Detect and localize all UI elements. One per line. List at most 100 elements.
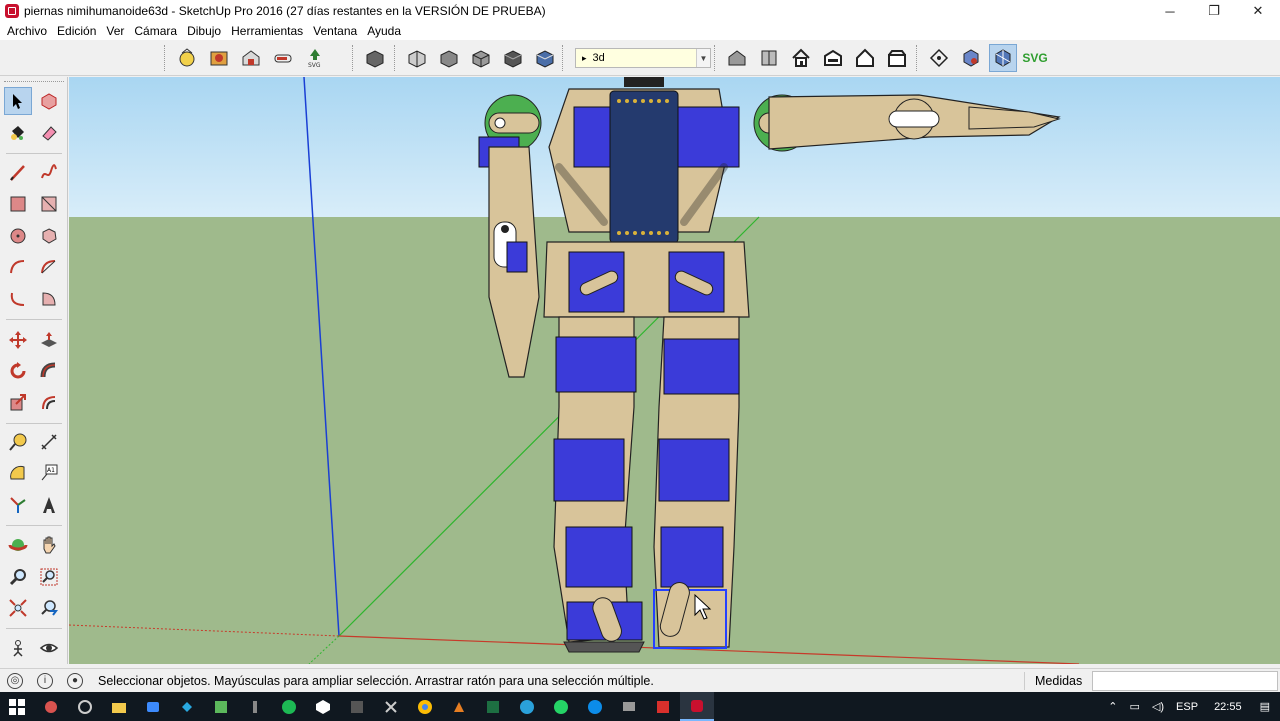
pie-tool-icon[interactable] xyxy=(35,285,63,313)
language-indicator[interactable]: ESP xyxy=(1176,701,1198,713)
taskbar-app-2-icon[interactable] xyxy=(68,692,102,721)
select-tool-icon[interactable] xyxy=(4,87,32,115)
menu-archivo[interactable]: Archivo xyxy=(2,24,52,38)
robot-model[interactable] xyxy=(69,77,1280,664)
zoom-tool-icon[interactable] xyxy=(4,563,32,591)
follow-me-icon[interactable] xyxy=(35,357,63,385)
volume-icon[interactable]: ◁) xyxy=(1152,700,1164,713)
top-view-icon[interactable] xyxy=(755,44,783,72)
account-icon[interactable]: ● xyxy=(67,672,83,689)
scene-select[interactable]: ▸ 3d ▼ xyxy=(575,48,711,68)
model-viewport[interactable] xyxy=(69,77,1280,664)
two-point-arc-icon[interactable] xyxy=(35,253,63,281)
polygon-tool-icon[interactable] xyxy=(35,222,63,250)
scale-tool-icon[interactable] xyxy=(4,389,32,417)
hidden-line-style-icon[interactable] xyxy=(499,44,527,72)
rotate-tool-icon[interactable] xyxy=(4,357,32,385)
taskbar-app-9-icon[interactable] xyxy=(306,692,340,721)
freehand-tool-icon[interactable] xyxy=(35,159,63,187)
whatsapp-icon[interactable] xyxy=(544,692,578,721)
back-edges-icon[interactable] xyxy=(435,44,463,72)
iso-view-icon[interactable] xyxy=(361,44,389,72)
zoom-window-icon[interactable] xyxy=(35,563,63,591)
menu-ver[interactable]: Ver xyxy=(101,24,129,38)
right-view-icon[interactable] xyxy=(819,44,847,72)
wireframe-style-icon[interactable] xyxy=(467,44,495,72)
acrobat-icon[interactable] xyxy=(646,692,680,721)
restore-button[interactable]: ❐ xyxy=(1192,0,1236,22)
shaded-style-icon[interactable] xyxy=(531,44,559,72)
orbit-icon[interactable] xyxy=(925,44,953,72)
close-button[interactable]: ✕ xyxy=(1236,0,1280,22)
menu-ayuda[interactable]: Ayuda xyxy=(362,24,406,38)
telegram-icon[interactable] xyxy=(510,692,544,721)
taskbar-app-4-icon[interactable] xyxy=(136,692,170,721)
push-pull-icon[interactable] xyxy=(35,326,63,354)
left-view-icon[interactable] xyxy=(883,44,911,72)
warehouse-icon[interactable] xyxy=(205,44,233,72)
make-component-icon[interactable] xyxy=(35,87,63,115)
position-camera-icon[interactable] xyxy=(4,634,32,662)
notifications-icon[interactable]: ▤ xyxy=(1260,700,1270,713)
taskbar-app-10-icon[interactable] xyxy=(340,692,374,721)
taskbar-app-11-icon[interactable] xyxy=(374,692,408,721)
file-explorer-icon[interactable] xyxy=(102,692,136,721)
previous-view-icon[interactable] xyxy=(35,594,63,622)
taskbar-app-1-icon[interactable] xyxy=(34,692,68,721)
arc-tool-icon[interactable] xyxy=(4,253,32,281)
three-point-arc-icon[interactable] xyxy=(4,285,32,313)
sketchup-taskbar-icon[interactable] xyxy=(680,692,714,721)
chevron-down-icon[interactable]: ▼ xyxy=(696,49,710,67)
measurements-input[interactable] xyxy=(1092,671,1278,691)
home-view-icon[interactable] xyxy=(787,44,815,72)
chevron-up-icon[interactable]: ⌃ xyxy=(1108,700,1117,713)
taskbar-app-18-icon[interactable] xyxy=(612,692,646,721)
spotify-icon[interactable] xyxy=(272,692,306,721)
component-icon[interactable] xyxy=(957,44,985,72)
windows-start-icon[interactable] xyxy=(0,692,34,721)
paint-bucket-icon[interactable] xyxy=(4,119,32,147)
edge-icon[interactable] xyxy=(578,692,612,721)
active-3d-tool-icon[interactable] xyxy=(989,44,1017,72)
share-model-icon[interactable] xyxy=(237,44,265,72)
taskbar-app-6-icon[interactable] xyxy=(204,692,238,721)
menu-edicion[interactable]: Edición xyxy=(52,24,101,38)
xray-style-icon[interactable] xyxy=(403,44,431,72)
eraser-icon[interactable] xyxy=(35,119,63,147)
network-icon[interactable]: ▭ xyxy=(1130,700,1140,713)
visual-studio-icon[interactable] xyxy=(170,692,204,721)
tape-measure-icon[interactable] xyxy=(4,428,32,456)
taskbar-app-7-icon[interactable] xyxy=(238,692,272,721)
chrome-icon[interactable] xyxy=(408,692,442,721)
move-tool-icon[interactable] xyxy=(4,326,32,354)
orbit-tool-icon[interactable] xyxy=(4,531,32,559)
axes-tool-icon[interactable] xyxy=(4,491,32,519)
add-location-icon[interactable] xyxy=(173,44,201,72)
circle-tool-icon[interactable] xyxy=(4,222,32,250)
look-around-icon[interactable] xyxy=(35,634,63,662)
menu-camara[interactable]: Cámara xyxy=(129,24,182,38)
svg-export-icon[interactable]: SVG xyxy=(301,44,329,72)
offset-tool-icon[interactable] xyxy=(35,389,63,417)
protractor-icon[interactable] xyxy=(4,459,32,487)
excel-icon[interactable] xyxy=(476,692,510,721)
text-tool-icon[interactable]: A1 xyxy=(35,459,63,487)
minimize-button[interactable]: ─ xyxy=(1148,0,1192,22)
menu-dibujo[interactable]: Dibujo xyxy=(182,24,226,38)
rectangle-tool-icon[interactable] xyxy=(4,190,32,218)
iso-house-icon[interactable] xyxy=(723,44,751,72)
back-view-icon[interactable] xyxy=(851,44,879,72)
line-tool-icon[interactable] xyxy=(4,159,32,187)
rotated-rectangle-icon[interactable] xyxy=(35,190,63,218)
svg-button[interactable]: SVG xyxy=(1021,44,1049,72)
dimension-tool-icon[interactable] xyxy=(35,428,63,456)
taskbar-app-13-icon[interactable] xyxy=(442,692,476,721)
info-icon[interactable]: i xyxy=(37,672,53,689)
menu-ventana[interactable]: Ventana xyxy=(308,24,362,38)
clock[interactable]: 22:55 xyxy=(1214,701,1242,713)
menu-herramientas[interactable]: Herramientas xyxy=(226,24,308,38)
zoom-extents-icon[interactable] xyxy=(4,594,32,622)
pan-tool-icon[interactable] xyxy=(35,531,63,559)
extension-icon[interactable] xyxy=(269,44,297,72)
3d-text-icon[interactable] xyxy=(35,491,63,519)
